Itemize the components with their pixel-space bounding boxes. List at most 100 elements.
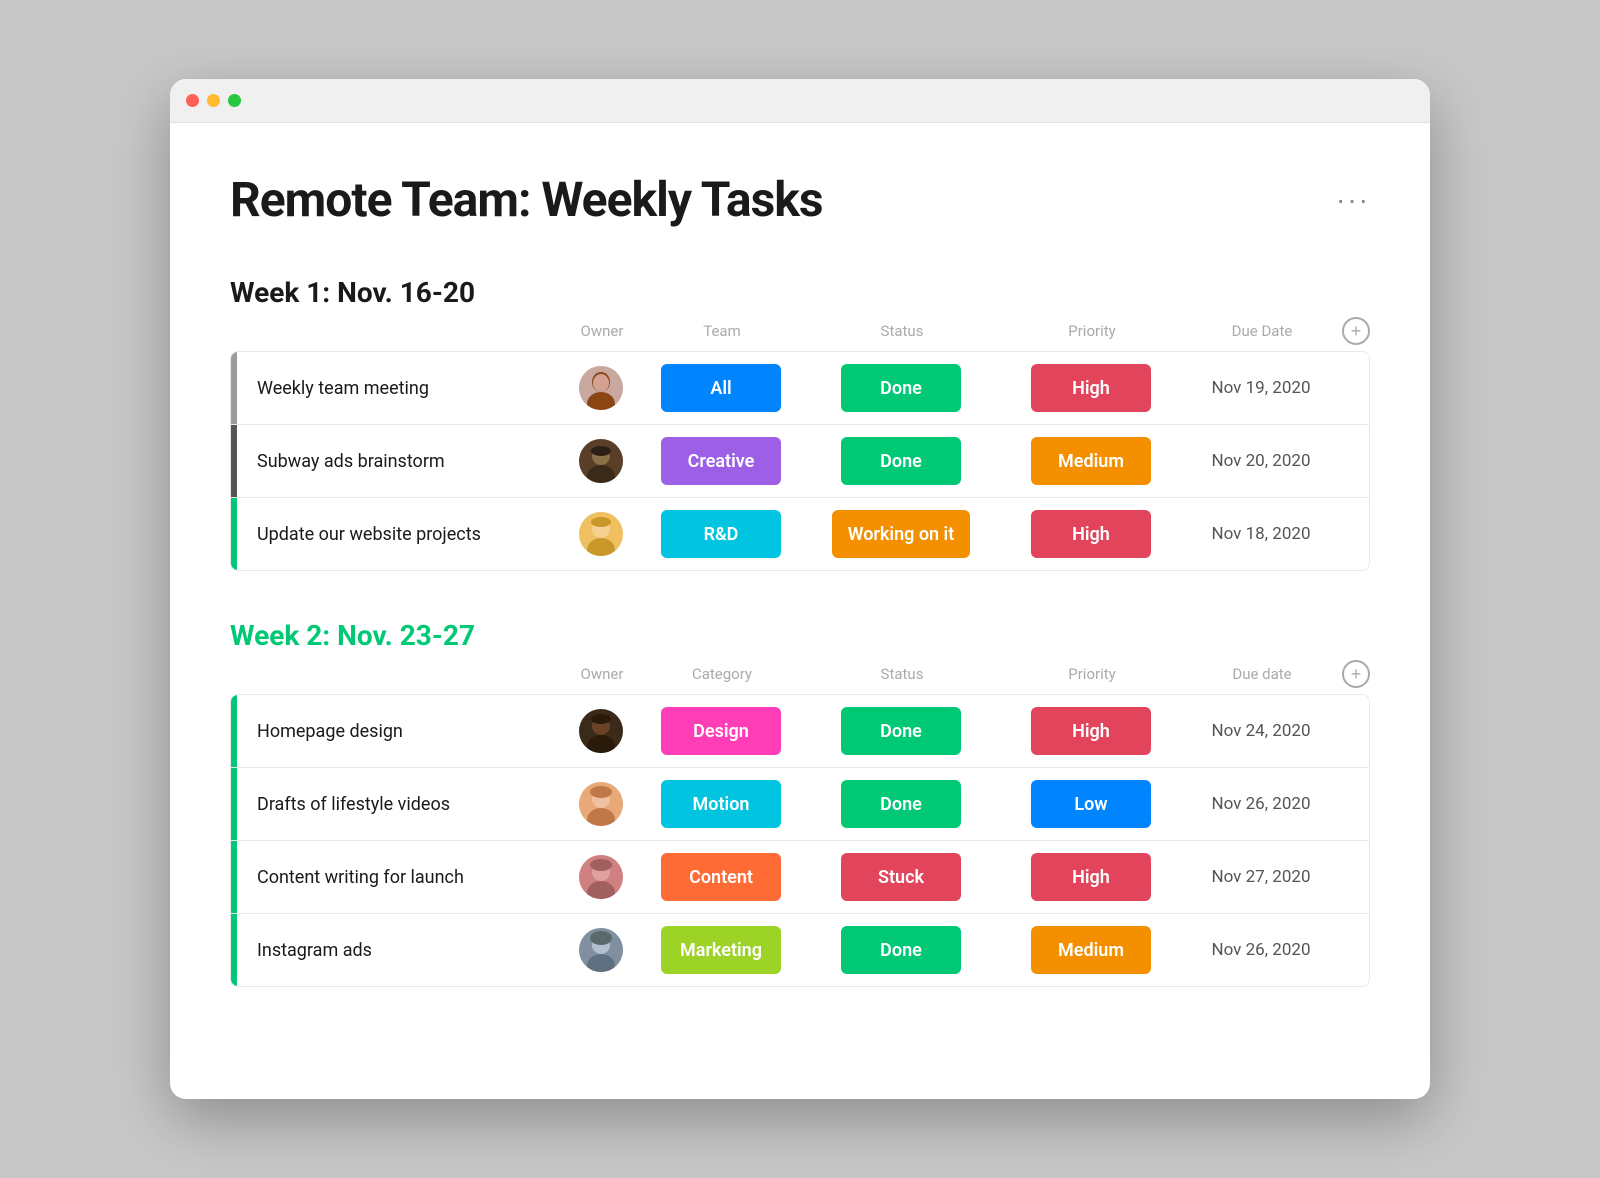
status-cell: Done <box>801 922 1001 978</box>
avatar <box>579 366 623 410</box>
task-name: Update our website projects <box>237 524 561 545</box>
status-badge: Done <box>841 437 961 485</box>
table-row: Subway ads brainstorm Creative <box>231 425 1369 498</box>
status-badge: Done <box>841 364 961 412</box>
window-content: Remote Team: Weekly Tasks ··· Week 1: No… <box>170 123 1430 1083</box>
week1-col-date: Due Date <box>1182 322 1342 340</box>
week1-add-column-button[interactable]: + <box>1342 317 1370 345</box>
avatar <box>579 709 623 753</box>
team-cell: Creative <box>641 433 801 489</box>
close-button[interactable] <box>186 94 199 107</box>
due-date: Nov 27, 2020 <box>1181 867 1341 887</box>
status-badge: Working on it <box>832 510 971 558</box>
due-date: Nov 26, 2020 <box>1181 794 1341 814</box>
table-row: Drafts of lifestyle videos Moti <box>231 768 1369 841</box>
priority-cell: High <box>1001 506 1181 562</box>
table-row: Instagram ads Marketing <box>231 914 1369 986</box>
week2-col-category: Category <box>642 665 802 683</box>
priority-badge: Medium <box>1031 926 1151 974</box>
week1-header-row: Week 1: Nov. 16-20 <box>230 276 1370 309</box>
week2-col-labels: Owner Category Status Priority Due date … <box>230 660 1370 688</box>
team-cell: All <box>641 360 801 416</box>
avatar <box>579 928 623 972</box>
avatar <box>579 512 623 556</box>
table-row: Homepage design Design <box>231 695 1369 768</box>
task-name: Instagram ads <box>237 940 561 961</box>
status-cell: Done <box>801 433 1001 489</box>
task-name: Homepage design <box>237 721 561 742</box>
page-header: Remote Team: Weekly Tasks ··· <box>230 171 1370 228</box>
priority-cell: High <box>1001 360 1181 416</box>
task-name: Weekly team meeting <box>237 378 561 399</box>
priority-badge: High <box>1031 707 1151 755</box>
week2-add-col[interactable]: + <box>1342 660 1370 688</box>
priority-badge: High <box>1031 853 1151 901</box>
week2-col-owner: Owner <box>562 665 642 683</box>
maximize-button[interactable] <box>228 94 241 107</box>
team-badge: Marketing <box>661 926 781 974</box>
priority-badge: High <box>1031 510 1151 558</box>
week2-header-row: Week 2: Nov. 23-27 <box>230 619 1370 652</box>
priority-cell: High <box>1001 849 1181 905</box>
status-badge: Stuck <box>841 853 961 901</box>
status-cell: Done <box>801 703 1001 759</box>
week1-title: Week 1: Nov. 16-20 <box>230 276 475 309</box>
team-cell: Marketing <box>641 922 801 978</box>
team-badge: Content <box>661 853 781 901</box>
page-title: Remote Team: Weekly Tasks <box>230 171 823 228</box>
team-badge: R&D <box>661 510 781 558</box>
priority-cell: Medium <box>1001 433 1181 489</box>
due-date: Nov 20, 2020 <box>1181 451 1341 471</box>
due-date: Nov 26, 2020 <box>1181 940 1341 960</box>
team-badge: Creative <box>661 437 781 485</box>
week2-add-column-button[interactable]: + <box>1342 660 1370 688</box>
avatar <box>579 782 623 826</box>
week2-table: Homepage design Design <box>230 694 1370 987</box>
status-cell: Done <box>801 776 1001 832</box>
week1-col-owner: Owner <box>562 322 642 340</box>
status-cell: Working on it <box>801 506 1001 562</box>
owner-cell <box>561 928 641 972</box>
team-badge: Design <box>661 707 781 755</box>
week1-add-col[interactable]: + <box>1342 317 1370 345</box>
week2-col-priority: Priority <box>1002 665 1182 683</box>
window-chrome <box>170 79 1430 123</box>
minimize-button[interactable] <box>207 94 220 107</box>
owner-cell <box>561 855 641 899</box>
team-cell: R&D <box>641 506 801 562</box>
team-badge: All <box>661 364 781 412</box>
priority-badge: High <box>1031 364 1151 412</box>
more-options-button[interactable]: ··· <box>1336 184 1370 216</box>
due-date: Nov 24, 2020 <box>1181 721 1341 741</box>
week1-col-labels: Owner Team Status Priority Due Date + <box>230 317 1370 345</box>
task-name: Subway ads brainstorm <box>237 451 561 472</box>
app-window: Remote Team: Weekly Tasks ··· Week 1: No… <box>170 79 1430 1099</box>
priority-badge: Medium <box>1031 437 1151 485</box>
week2-title: Week 2: Nov. 23-27 <box>230 619 475 652</box>
week1-col-team: Team <box>642 322 802 340</box>
team-cell: Content <box>641 849 801 905</box>
week2-col-status: Status <box>802 665 1002 683</box>
week2-section: Week 2: Nov. 23-27 Owner Category Status… <box>230 619 1370 987</box>
status-badge: Done <box>841 707 961 755</box>
week2-col-date: Due date <box>1182 665 1342 683</box>
avatar <box>579 439 623 483</box>
priority-badge: Low <box>1031 780 1151 828</box>
status-cell: Stuck <box>801 849 1001 905</box>
week1-table: Weekly team meeting <box>230 351 1370 571</box>
owner-cell <box>561 512 641 556</box>
owner-cell <box>561 709 641 753</box>
avatar <box>579 855 623 899</box>
priority-cell: Low <box>1001 776 1181 832</box>
task-name: Content writing for launch <box>237 867 561 888</box>
team-badge: Motion <box>661 780 781 828</box>
due-date: Nov 19, 2020 <box>1181 378 1341 398</box>
week1-col-status: Status <box>802 322 1002 340</box>
owner-cell <box>561 782 641 826</box>
priority-cell: Medium <box>1001 922 1181 978</box>
table-row: Update our website projects R&D <box>231 498 1369 570</box>
team-cell: Design <box>641 703 801 759</box>
status-badge: Done <box>841 926 961 974</box>
team-cell: Motion <box>641 776 801 832</box>
due-date: Nov 18, 2020 <box>1181 524 1341 544</box>
